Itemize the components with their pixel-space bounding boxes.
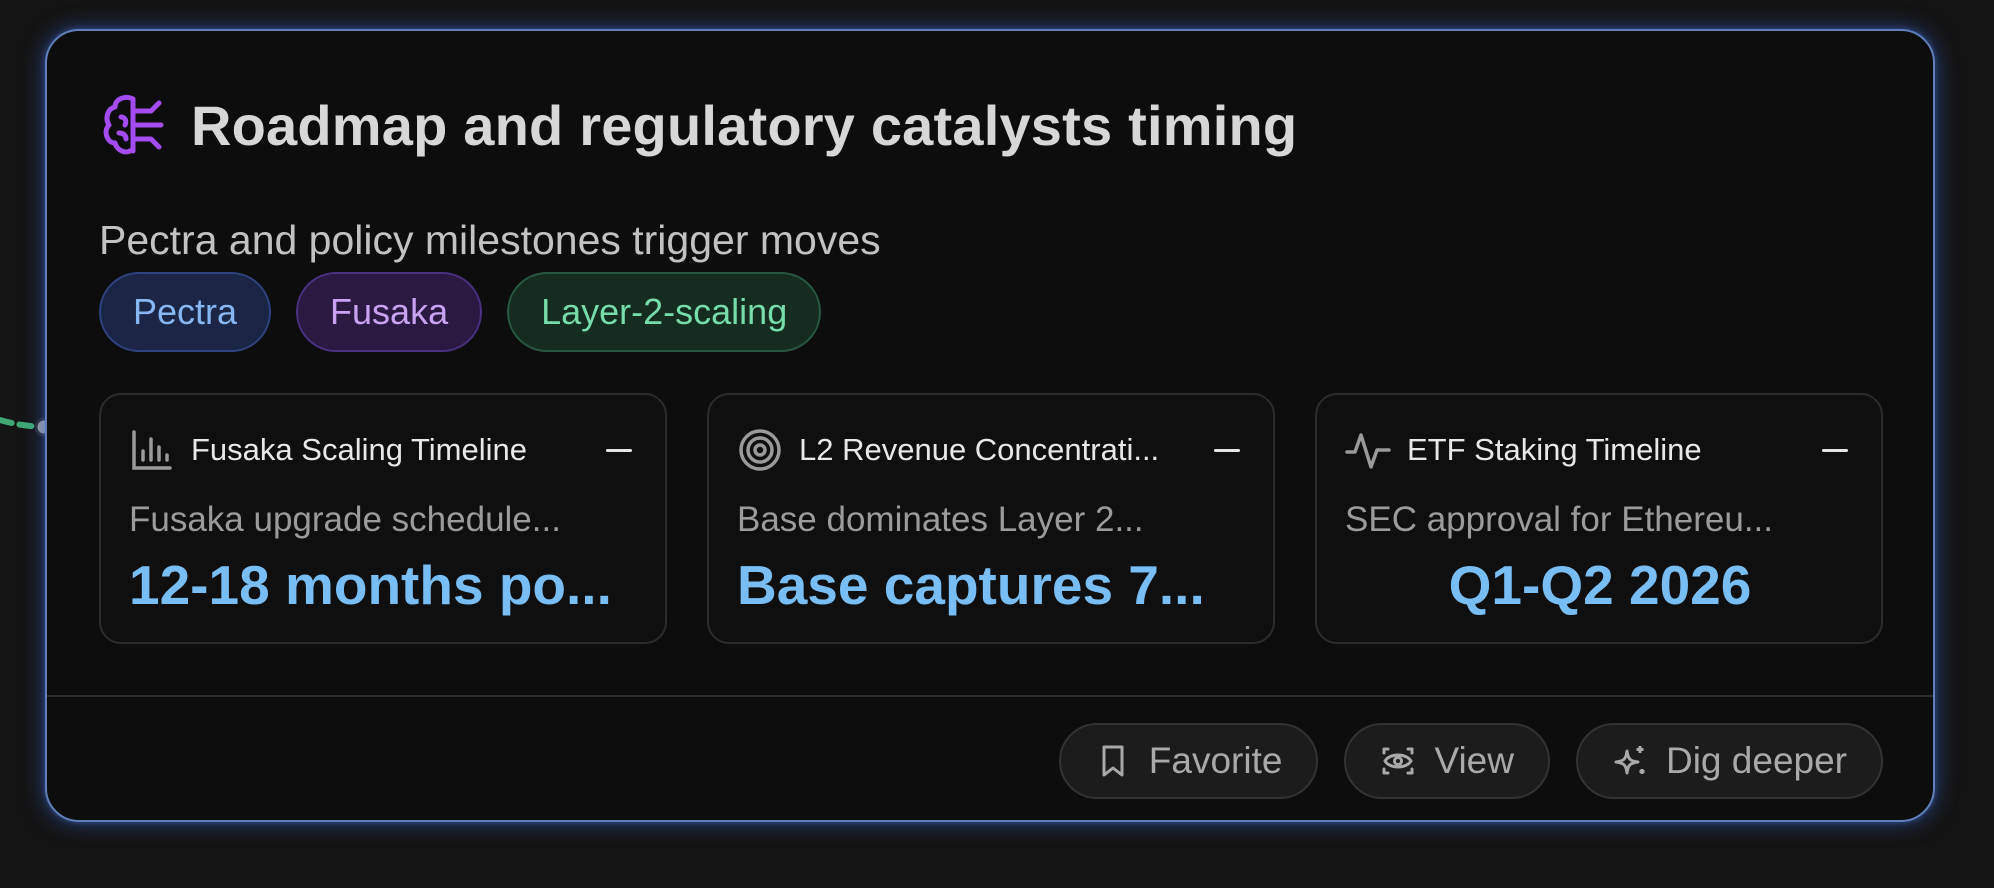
activity-icon bbox=[1345, 433, 1391, 469]
insight-card[interactable]: Roadmap and regulatory catalysts timing … bbox=[45, 29, 1935, 822]
target-icon bbox=[739, 429, 781, 471]
minus-icon bbox=[606, 448, 632, 452]
metric-header: Fusaka Scaling Timeline bbox=[129, 425, 637, 475]
metric-title: ETF Staking Timeline bbox=[1407, 432, 1702, 467]
metric-value: Base captures 7... bbox=[737, 554, 1205, 616]
metric-description: SEC approval for Ethereu... bbox=[1345, 500, 1773, 539]
metric-description: Base dominates Layer 2... bbox=[737, 500, 1144, 539]
favorite-button[interactable]: Favorite bbox=[1058, 723, 1319, 799]
collapse-button[interactable] bbox=[601, 425, 637, 475]
minus-icon bbox=[1214, 448, 1240, 452]
card-title: Roadmap and regulatory catalysts timing bbox=[191, 93, 1298, 157]
metric-header: ETF Staking Timeline bbox=[1345, 425, 1853, 475]
card-subtitle: Pectra and policy milestones trigger mov… bbox=[99, 217, 881, 263]
metric-card[interactable]: Fusaka Scaling Timeline Fusaka upgrade s… bbox=[99, 393, 667, 644]
metric-value: Q1-Q2 2026 bbox=[1448, 554, 1752, 616]
card-header: Roadmap and regulatory catalysts timing bbox=[99, 89, 1297, 161]
metric-list: Fusaka Scaling Timeline Fusaka upgrade s… bbox=[99, 393, 1883, 644]
metric-description: Fusaka upgrade schedule... bbox=[129, 500, 561, 539]
view-button[interactable]: View bbox=[1344, 723, 1550, 799]
dig-deeper-button[interactable]: Dig deeper bbox=[1575, 723, 1883, 799]
tag-pectra[interactable]: Pectra bbox=[99, 272, 272, 352]
minus-icon bbox=[1822, 448, 1848, 452]
brain-icon bbox=[103, 94, 164, 155]
metric-header: L2 Revenue Concentrati... bbox=[737, 425, 1245, 475]
footer-divider bbox=[47, 695, 1933, 697]
bar-chart-icon bbox=[132, 430, 172, 470]
sparkles-icon bbox=[1614, 746, 1645, 775]
metric-card[interactable]: L2 Revenue Concentrati... Base dominates… bbox=[707, 393, 1275, 644]
tag-layer-2-scaling[interactable]: Layer-2-scaling bbox=[507, 272, 822, 352]
view-icon bbox=[1382, 747, 1414, 775]
dig-deeper-label: Dig deeper bbox=[1665, 740, 1847, 781]
metric-title: L2 Revenue Concentrati... bbox=[799, 432, 1160, 467]
collapse-button[interactable] bbox=[1817, 425, 1853, 475]
view-label: View bbox=[1434, 740, 1514, 781]
tag-fusaka[interactable]: Fusaka bbox=[296, 272, 483, 352]
collapse-button[interactable] bbox=[1209, 425, 1245, 475]
favorite-label: Favorite bbox=[1148, 740, 1283, 781]
metric-title: Fusaka Scaling Timeline bbox=[191, 432, 527, 467]
canvas: Roadmap and regulatory catalysts timing … bbox=[0, 0, 1994, 888]
tag-list: Pectra Fusaka Layer-2-scaling bbox=[99, 272, 822, 352]
metric-value: 12-18 months po... bbox=[129, 554, 612, 616]
action-bar: Favorite View Dig deeper bbox=[1058, 723, 1883, 799]
bookmark-icon bbox=[1102, 745, 1124, 777]
metric-card[interactable]: ETF Staking Timeline SEC approval for Et… bbox=[1315, 393, 1883, 644]
